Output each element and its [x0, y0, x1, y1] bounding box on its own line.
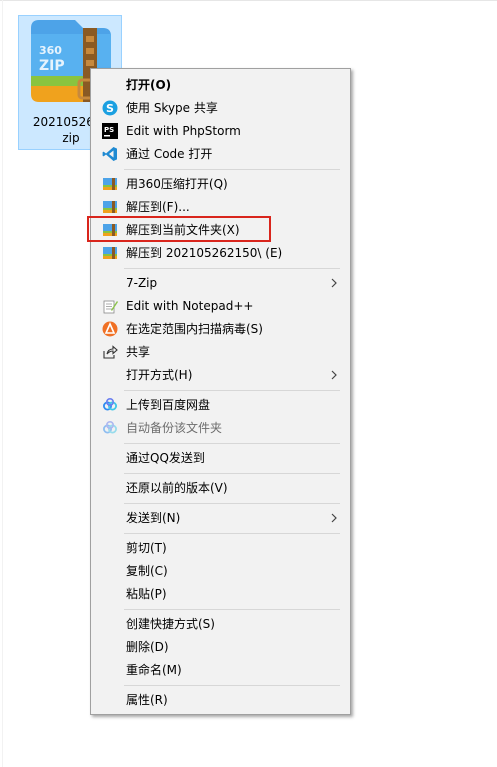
menu-item-restore-previous[interactable]: 还原以前的版本(V)	[93, 477, 348, 499]
archive-360-icon	[103, 201, 117, 213]
menu-item-create-shortcut[interactable]: 创建快捷方式(S)	[93, 613, 348, 635]
notepad-plus-plus-icon	[103, 300, 118, 314]
menu-item-label: 打开方式(H)	[126, 368, 193, 382]
icon-label-bottom: ZIP	[39, 58, 65, 74]
menu-item-label: 用360压缩打开(Q)	[126, 177, 228, 191]
menu-item-label: 粘贴(P)	[126, 587, 167, 601]
svg-text:PS: PS	[104, 126, 114, 134]
chevron-right-icon	[331, 370, 337, 380]
archive-360-icon	[103, 247, 117, 259]
menu-separator	[124, 390, 340, 391]
baidu-netdisk-icon	[103, 420, 117, 434]
menu-item-label: 上传到百度网盘	[126, 398, 211, 412]
menu-item-label: 重命名(M)	[126, 663, 182, 677]
menu-item-label: 在选定范围内扫描病毒(S)	[126, 322, 263, 336]
menu-item-share[interactable]: 共享	[93, 341, 348, 363]
menu-item-rename[interactable]: 重命名(M)	[93, 659, 348, 681]
menu-item-label: 解压到(F)...	[126, 200, 190, 214]
menu-separator	[124, 169, 340, 170]
menu-item-label: 还原以前的版本(V)	[126, 481, 228, 495]
menu-item-properties[interactable]: 属性(R)	[93, 689, 348, 711]
icon-label-top: 360	[39, 44, 62, 57]
menu-item-label: 7-Zip	[126, 276, 158, 290]
chevron-right-icon	[331, 513, 337, 523]
menu-item-label: 自动备份该文件夹	[126, 421, 223, 435]
menu-item-label: Edit with PhpStorm	[126, 124, 241, 138]
menu-item-open[interactable]: 打开(O)	[93, 74, 348, 96]
menu-item-label: 删除(D)	[126, 640, 169, 654]
window-left-border	[2, 0, 3, 767]
menu-separator	[124, 268, 340, 269]
share-icon	[103, 345, 118, 359]
menu-separator	[124, 443, 340, 444]
menu-item-label: 创建快捷方式(S)	[126, 617, 215, 631]
menu-item-send-via-qq[interactable]: 通过QQ发送到	[93, 447, 348, 469]
menu-item-open-with-360zip[interactable]: 用360压缩打开(Q)	[93, 173, 348, 195]
menu-separator	[124, 503, 340, 504]
menu-item-label: 通过 Code 打开	[126, 147, 213, 161]
menu-separator	[124, 533, 340, 534]
archive-360-icon	[103, 178, 117, 190]
menu-separator	[124, 473, 340, 474]
menu-item-7zip[interactable]: 7-Zip	[93, 272, 348, 294]
menu-item-notepadpp[interactable]: Edit with Notepad++	[93, 295, 348, 317]
svg-text:S: S	[106, 102, 114, 115]
menu-separator	[124, 609, 340, 610]
menu-item-cut[interactable]: 剪切(T)	[93, 537, 348, 559]
menu-item-auto-backup[interactable]: 自动备份该文件夹	[93, 417, 348, 439]
menu-item-extract-to[interactable]: 解压到(F)...	[93, 196, 348, 218]
phpstorm-icon: PS	[102, 123, 118, 139]
menu-item-upload-baidu[interactable]: 上传到百度网盘	[93, 394, 348, 416]
baidu-netdisk-icon	[103, 397, 117, 411]
menu-item-label: 解压到 202105262150\ (E)	[126, 246, 283, 260]
menu-item-label: 打开(O)	[126, 78, 172, 92]
menu-separator	[124, 685, 340, 686]
skype-icon: S	[102, 100, 118, 116]
menu-item-send-to[interactable]: 发送到(N)	[93, 507, 348, 529]
menu-item-paste[interactable]: 粘贴(P)	[93, 583, 348, 605]
highlight-annotation-box	[87, 216, 271, 242]
chevron-right-icon	[331, 278, 337, 288]
menu-item-label: 剪切(T)	[126, 541, 167, 555]
menu-item-copy[interactable]: 复制(C)	[93, 560, 348, 582]
menu-item-label: 属性(R)	[126, 693, 168, 707]
window-top-border	[0, 0, 497, 1]
antivirus-icon	[102, 321, 118, 337]
menu-item-phpstorm[interactable]: PS Edit with PhpStorm	[93, 120, 348, 142]
menu-item-skype-share[interactable]: S 使用 Skype 共享	[93, 97, 348, 119]
menu-item-label: Edit with Notepad++	[126, 299, 254, 313]
menu-item-label: 通过QQ发送到	[126, 451, 205, 465]
menu-item-virus-scan[interactable]: 在选定范围内扫描病毒(S)	[93, 318, 348, 340]
menu-item-delete[interactable]: 删除(D)	[93, 636, 348, 658]
menu-item-label: 复制(C)	[126, 564, 168, 578]
menu-item-label: 发送到(N)	[126, 511, 181, 525]
menu-item-extract-to-folder[interactable]: 解压到 202105262150\ (E)	[93, 242, 348, 264]
menu-item-open-with[interactable]: 打开方式(H)	[93, 364, 348, 386]
vscode-icon	[102, 147, 117, 161]
context-menu: 打开(O) S 使用 Skype 共享 PS Edit with PhpStor…	[90, 68, 351, 715]
menu-item-vscode[interactable]: 通过 Code 打开	[93, 143, 348, 165]
menu-item-label: 共享	[126, 345, 151, 359]
menu-item-label: 使用 Skype 共享	[126, 101, 218, 115]
